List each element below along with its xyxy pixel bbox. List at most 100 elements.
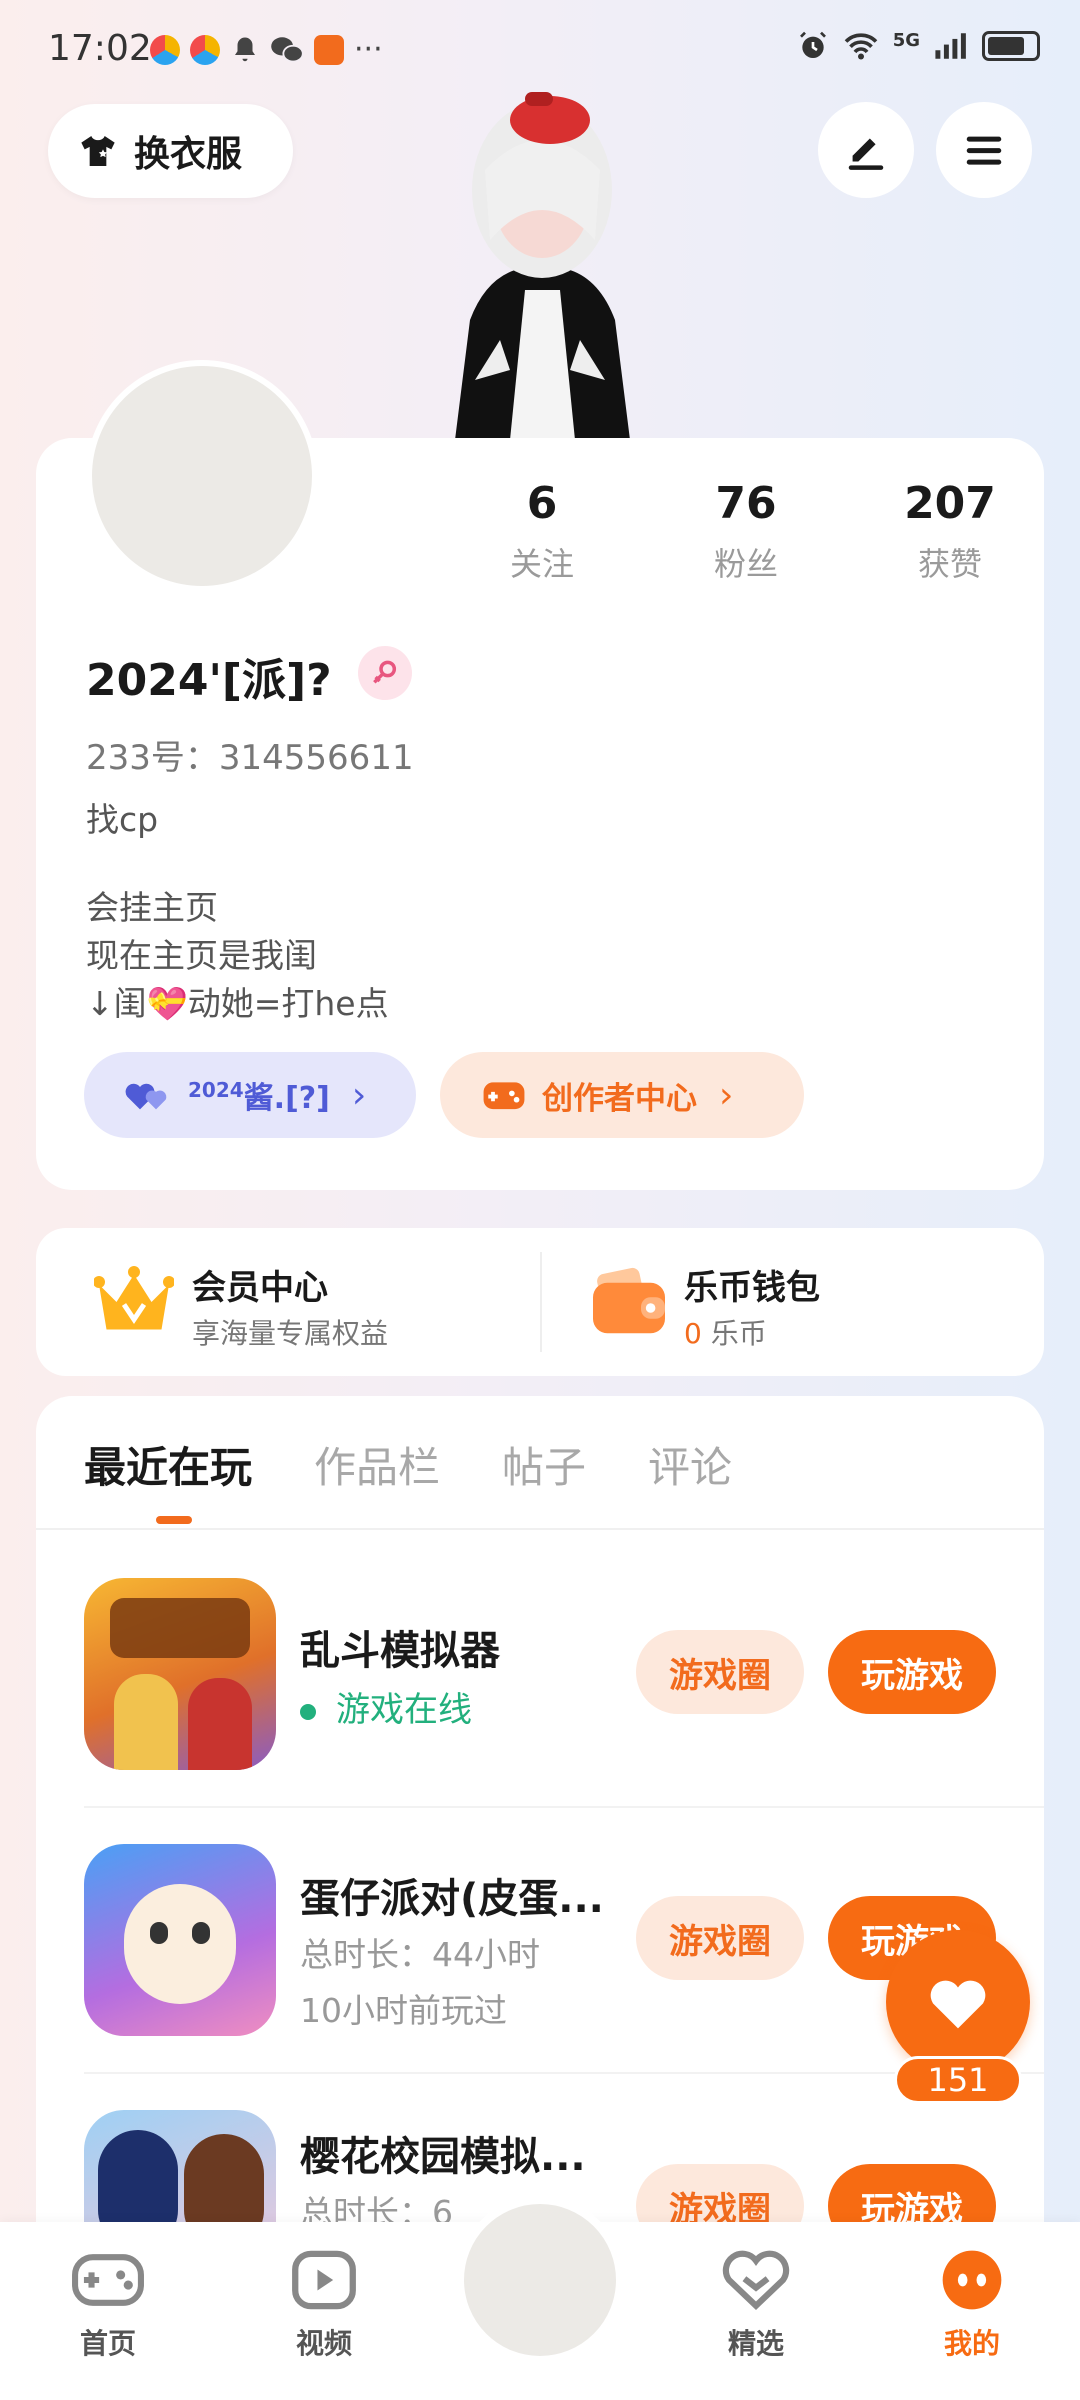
system-icons: 5G: [797, 30, 1040, 62]
likes-label: 获赞: [917, 545, 982, 583]
wechat-icon: [271, 36, 304, 62]
shirt-icon: [81, 136, 115, 166]
video-icon: [292, 2250, 356, 2310]
game-icon[interactable]: [84, 1578, 276, 1770]
following-label: 关注: [509, 545, 574, 583]
edit-button[interactable]: [818, 102, 914, 198]
crown-icon: [94, 1266, 174, 1330]
followers-count: 76: [715, 478, 777, 529]
play-game-button[interactable]: 玩游戏: [828, 1630, 996, 1714]
heart-icon: [930, 1980, 986, 2029]
profile-tabs: 最近在玩 作品栏 帖子 评论: [84, 1434, 732, 1495]
nav-home[interactable]: 首页: [48, 2248, 168, 2362]
battery-icon: [982, 31, 1040, 61]
menu-icon: [966, 136, 1002, 165]
game-name: 樱花校园模拟...: [300, 2134, 586, 2180]
bio-line: 找cp: [86, 800, 159, 839]
nav-video-label: 视频: [295, 2327, 352, 2360]
wallet-unit: 乐币: [710, 1317, 767, 1350]
nickname: 2024'[派]?: [86, 655, 332, 706]
game-online-status: 游戏在线: [300, 1682, 472, 1731]
heart-icon: [722, 2250, 790, 2310]
wallet-icon: [593, 1267, 665, 1334]
tab-indicator: [156, 1516, 192, 1524]
bio-line: 现在主页是我闺: [86, 936, 317, 975]
game-controller-icon: [483, 1082, 525, 1110]
creator-center-button[interactable]: 创作者中心 ›: [440, 1052, 804, 1138]
like-fab-button[interactable]: [886, 1930, 1030, 2074]
divider: [540, 1252, 542, 1352]
gamepad-icon: [72, 2254, 144, 2306]
nav-me[interactable]: 我的: [912, 2248, 1032, 2362]
tab-works[interactable]: 作品栏: [314, 1434, 440, 1495]
divider: [36, 1528, 1044, 1530]
fan-group-label: 2024酱.[?]: [188, 1073, 330, 1117]
profile-stats: 6 关注 76 粉丝 207 获赞: [440, 478, 1052, 585]
more-notifications: ···: [354, 32, 383, 67]
wallet-button[interactable]: 乐币钱包 0 乐币: [560, 1240, 1020, 1364]
member-center-button[interactable]: 会员中心 享海量专属权益: [60, 1240, 520, 1364]
chevron-right-icon: ›: [351, 1074, 367, 1116]
bell-icon: [235, 37, 255, 61]
notification-icons: ···: [150, 32, 383, 67]
nav-featured[interactable]: 精选: [696, 2248, 816, 2362]
game-icon[interactable]: [84, 1844, 276, 2036]
nav-video[interactable]: 视频: [264, 2248, 384, 2362]
signal-icon: [935, 33, 966, 59]
stat-likes[interactable]: 207 获赞: [848, 478, 1052, 585]
nav-center-avatar[interactable]: [456, 2196, 624, 2364]
app-notification-icon: [190, 34, 220, 65]
game-name: 蛋仔派对(皮蛋...: [300, 1876, 604, 1922]
divider: [84, 1806, 1044, 1808]
change-outfit-button[interactable]: 换衣服: [48, 104, 293, 198]
alarm-icon: [799, 31, 826, 58]
bio-line: ↓闺💝动她=打he点: [86, 984, 389, 1023]
nav-featured-label: 精选: [727, 2327, 784, 2360]
tab-recently-played[interactable]: 最近在玩: [84, 1434, 252, 1495]
stat-followers[interactable]: 76 粉丝: [644, 478, 848, 585]
status-time: 17:02: [48, 28, 152, 69]
game-last-played: 10小时前玩过: [300, 1991, 507, 2030]
me-icon: [942, 2250, 1002, 2310]
bio: 找cp 会挂主页 现在主页是我闺 ↓闺💝动她=打he点: [86, 796, 389, 1028]
following-count: 6: [526, 478, 558, 529]
avatar-character-figure[interactable]: [415, 80, 670, 440]
like-count-badge: 151: [894, 2056, 1022, 2104]
bio-line: 会挂主页: [86, 888, 218, 927]
nav-home-label: 首页: [79, 2327, 136, 2360]
female-icon: [373, 660, 397, 684]
pen-icon: [848, 138, 884, 170]
game-circle-button[interactable]: 游戏圈: [636, 1896, 804, 1980]
gender-badge: [358, 646, 412, 700]
chevron-right-icon: ›: [719, 1074, 734, 1116]
fan-badge-text: 酱.[?]: [243, 1081, 330, 1116]
video-app-icon: [314, 34, 344, 65]
app-notification-icon: [150, 34, 180, 65]
followers-label: 粉丝: [713, 545, 778, 583]
user-id[interactable]: 233号：314556611: [86, 730, 414, 779]
game-duration: 总时长：44小时: [300, 1935, 540, 1974]
tab-posts[interactable]: 帖子: [502, 1434, 586, 1495]
member-center-subtitle: 享海量专属权益: [192, 1317, 389, 1350]
avatar[interactable]: [86, 360, 318, 592]
member-center-title: 会员中心: [192, 1268, 328, 1308]
fan-badge-sup: 2024: [188, 1078, 244, 1102]
stat-following[interactable]: 6 关注: [440, 478, 644, 585]
game-row[interactable]: 乱斗模拟器 游戏在线 游戏圈 玩游戏: [84, 1578, 1004, 1778]
likes-count: 207: [904, 478, 996, 529]
game-name: 乱斗模拟器: [300, 1628, 500, 1674]
wallet-title: 乐币钱包: [684, 1268, 820, 1308]
wifi-icon: [844, 33, 877, 60]
game-circle-button[interactable]: 游戏圈: [636, 1630, 804, 1714]
tab-comments[interactable]: 评论: [648, 1434, 732, 1495]
nav-me-label: 我的: [943, 2327, 1000, 2360]
double-heart-icon: [125, 1083, 167, 1110]
wallet-amount: 0: [684, 1317, 702, 1350]
change-outfit-label: 换衣服: [134, 134, 243, 175]
menu-button[interactable]: [936, 102, 1032, 198]
fan-group-button[interactable]: 2024酱.[?] ›: [84, 1052, 416, 1138]
creator-center-label: 创作者中心: [542, 1080, 697, 1117]
wallet-balance: 0 乐币: [684, 1312, 767, 1352]
network-type: 5G: [892, 30, 920, 51]
game-row[interactable]: 蛋仔派对(皮蛋... 总时长：44小时 10小时前玩过 游戏圈 玩游戏: [84, 1844, 1004, 2044]
